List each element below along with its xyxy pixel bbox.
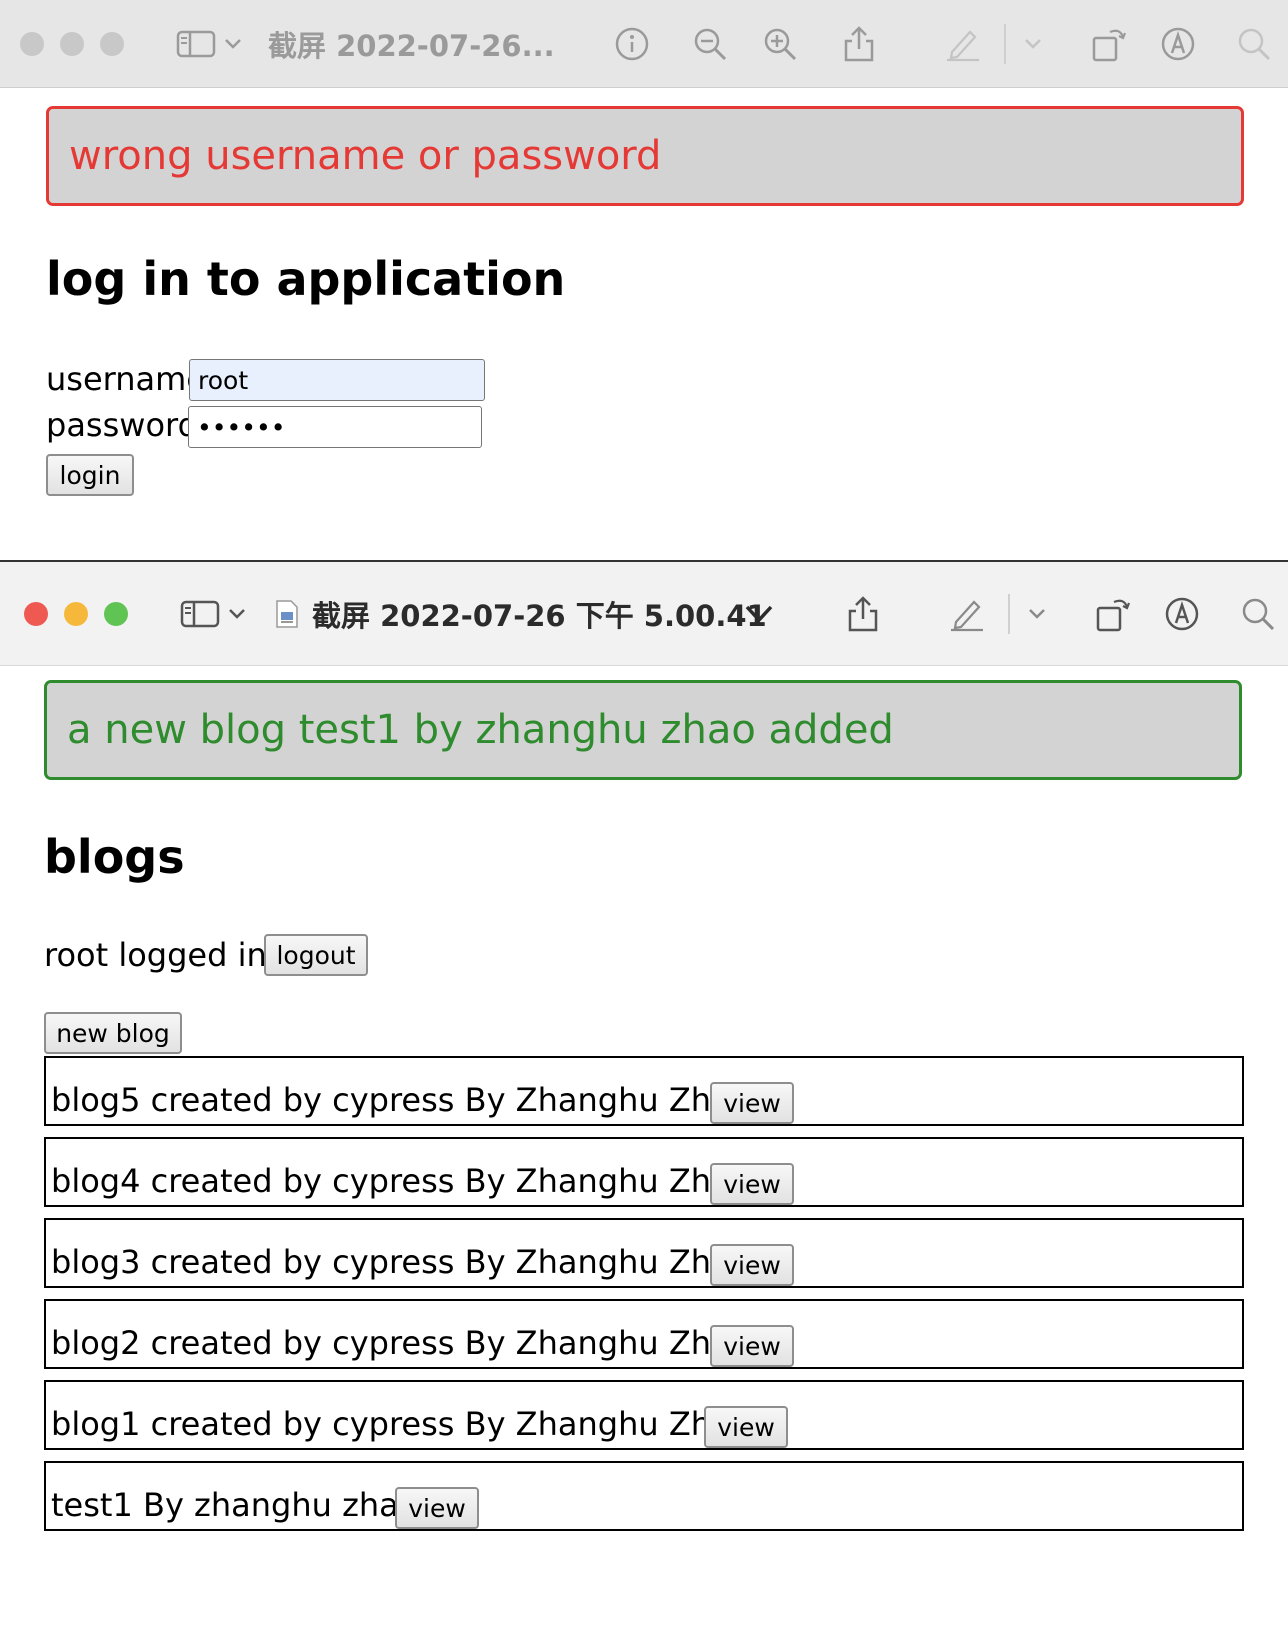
search-icon[interactable]: [1236, 26, 1272, 62]
blog-title: blog4 created by cypress By Zhanghu Zhao: [51, 1162, 751, 1200]
rotate-icon[interactable]: [1090, 24, 1128, 64]
blog-title: blog3 created by cypress By Zhanghu Zhao: [51, 1243, 751, 1281]
logged-in-text: root logged in: [44, 936, 267, 974]
back-window-toolbar: 截屏 2022-07-26...: [0, 0, 1288, 88]
minimize-window-button[interactable]: [60, 31, 84, 56]
info-icon[interactable]: [614, 26, 650, 62]
view-button[interactable]: view: [710, 1082, 794, 1124]
chevron-down-icon[interactable]: [1024, 38, 1042, 50]
share-icon[interactable]: [842, 25, 876, 63]
blogs-page: a new blog test1 by zhanghu zhao added b…: [34, 666, 1260, 1632]
error-notification: wrong username or password: [46, 106, 1244, 206]
view-button[interactable]: view: [710, 1244, 794, 1286]
annotate-icon[interactable]: [1164, 596, 1200, 632]
chevron-down-icon[interactable]: [744, 604, 774, 624]
success-notification: a new blog test1 by zhanghu zhao added: [44, 680, 1242, 780]
blog-title: blog1 created by cypress By Zhanghu Zhao: [51, 1405, 751, 1443]
password-input[interactable]: ••••••: [188, 406, 482, 448]
minimize-window-button[interactable]: [64, 601, 88, 626]
back-window-title: 截屏 2022-07-26...: [268, 28, 555, 63]
markup-pen-icon[interactable]: [944, 26, 982, 62]
blogs-heading: blogs: [44, 830, 185, 884]
sidebar-toggle-icon[interactable]: [176, 29, 216, 59]
front-window-toolbar: 截屏 2022-07-26 下午 5.00.41: [0, 562, 1288, 666]
new-blog-button[interactable]: new blog: [44, 1012, 182, 1054]
view-button[interactable]: view: [395, 1487, 479, 1529]
sidebar-toggle-icon[interactable]: [180, 599, 220, 629]
close-window-button[interactable]: [24, 601, 48, 626]
chevron-down-icon[interactable]: [1028, 608, 1046, 620]
blog-title: test1 By zhanghu zhao: [51, 1486, 419, 1524]
close-window-button[interactable]: [20, 31, 44, 56]
markup-pen-icon[interactable]: [948, 596, 986, 632]
login-button[interactable]: login: [46, 454, 134, 496]
blog-item: blog5 created by cypress By Zhanghu Zhao…: [44, 1056, 1244, 1126]
view-button[interactable]: view: [710, 1163, 794, 1205]
username-input[interactable]: root: [189, 359, 485, 401]
success-notification-text: a new blog test1 by zhanghu zhao added: [67, 707, 894, 753]
password-label: password: [46, 406, 198, 444]
rotate-icon[interactable]: [1094, 594, 1132, 634]
document-icon: [274, 599, 300, 629]
view-button[interactable]: view: [704, 1406, 788, 1448]
blog-item: blog3 created by cypress By Zhanghu Zhao…: [44, 1218, 1244, 1288]
view-button[interactable]: view: [710, 1325, 794, 1367]
share-icon[interactable]: [846, 595, 880, 633]
chevron-down-icon[interactable]: [228, 608, 246, 620]
error-notification-text: wrong username or password: [69, 133, 662, 179]
logout-button[interactable]: logout: [264, 934, 368, 976]
front-window-title: 截屏 2022-07-26 下午 5.00.41: [312, 598, 767, 633]
blog-item: blog1 created by cypress By Zhanghu Zhao…: [44, 1380, 1244, 1450]
blog-item: blog2 created by cypress By Zhanghu Zhao…: [44, 1299, 1244, 1369]
front-window: 截屏 2022-07-26 下午 5.00.41 a new blog test…: [0, 562, 1288, 1632]
login-page: wrong username or password log in to app…: [30, 88, 1260, 560]
blog-item: blog4 created by cypress By Zhanghu Zhao…: [44, 1137, 1244, 1207]
blog-title: blog5 created by cypress By Zhanghu Zhao: [51, 1081, 751, 1119]
username-label: username: [46, 360, 206, 398]
back-window: 截屏 2022-07-26... wrong username or passw…: [0, 0, 1288, 560]
blog-title: blog2 created by cypress By Zhanghu Zhao: [51, 1324, 751, 1362]
chevron-down-icon[interactable]: [224, 38, 242, 50]
zoom-out-icon[interactable]: [692, 26, 728, 62]
zoom-window-button[interactable]: [104, 601, 128, 626]
login-heading: log in to application: [46, 252, 566, 306]
search-icon[interactable]: [1240, 596, 1276, 632]
blog-item: test1 By zhanghu zhao view: [44, 1461, 1244, 1531]
zoom-window-button[interactable]: [100, 31, 124, 56]
annotate-icon[interactable]: [1160, 26, 1196, 62]
toolbar-separator: [1004, 23, 1006, 64]
zoom-in-icon[interactable]: [762, 26, 798, 62]
toolbar-separator: [1008, 593, 1010, 634]
